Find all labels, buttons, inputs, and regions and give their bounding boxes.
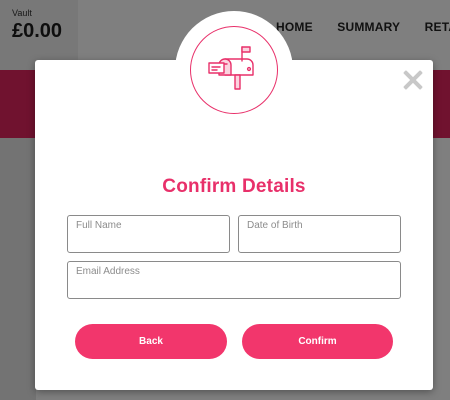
modal-title: Confirm Details [162,176,306,197]
back-button[interactable]: Back [75,324,227,359]
full-name-input[interactable] [75,233,222,249]
full-name-field[interactable]: Full Name [67,215,230,253]
email-field[interactable]: Email Address [67,261,401,299]
close-icon[interactable] [401,68,425,92]
confirm-button[interactable]: Confirm [242,324,393,359]
date-of-birth-field[interactable]: Date of Birth [238,215,401,253]
email-label: Email Address [76,266,140,277]
date-of-birth-label: Date of Birth [247,220,303,231]
mailbox-icon [208,46,254,90]
email-input[interactable] [75,279,393,295]
full-name-label: Full Name [76,220,122,231]
date-of-birth-input[interactable] [246,233,393,249]
